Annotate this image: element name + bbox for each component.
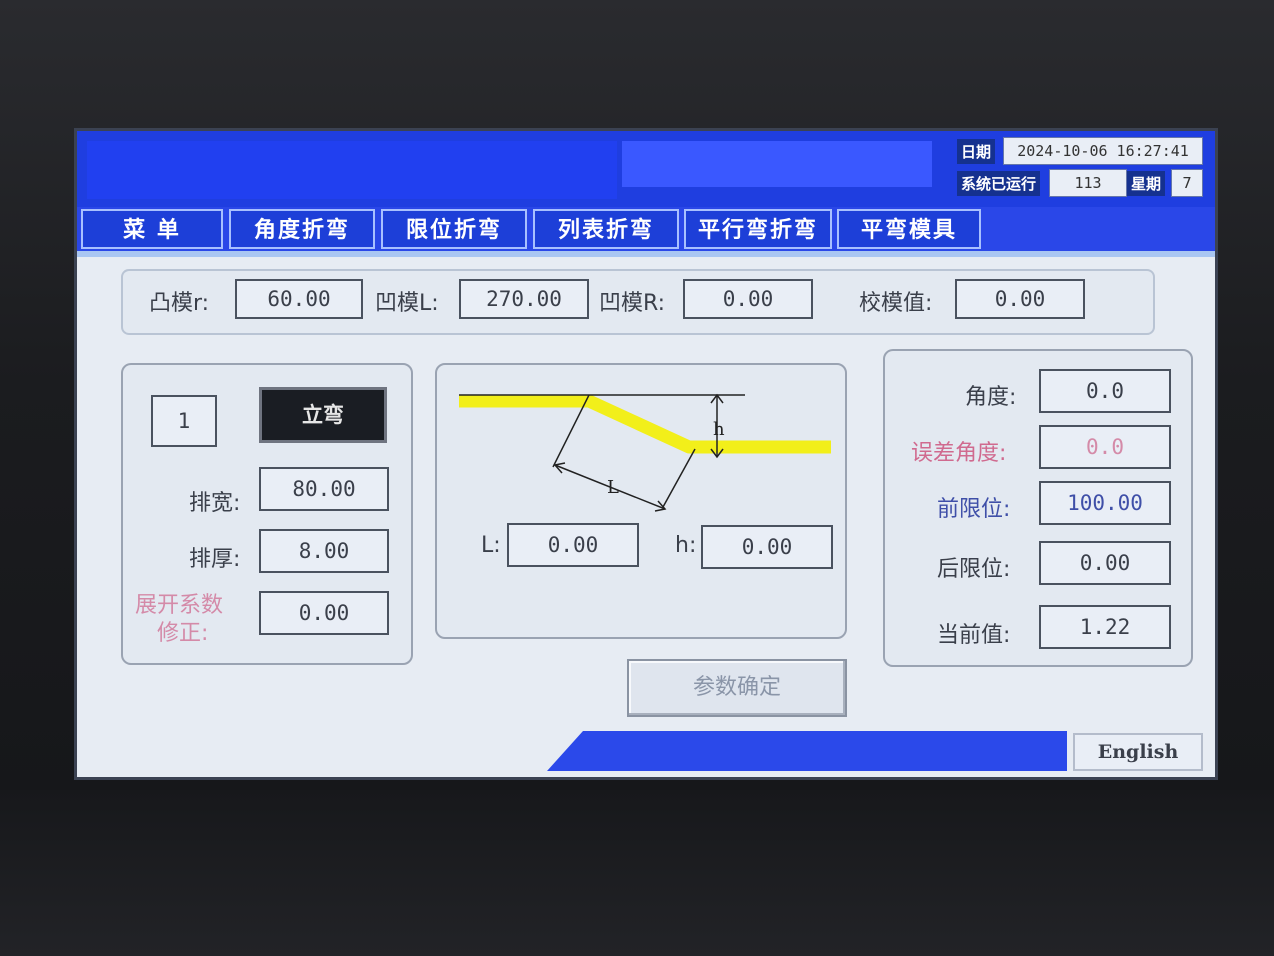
runtime-label: 系统已运行: [957, 171, 1041, 196]
bar-width-field[interactable]: 80.00: [259, 467, 389, 511]
weekday-value: 7: [1171, 169, 1203, 197]
die-r-label: 凹模R:: [599, 291, 666, 316]
h-value-field[interactable]: 0.00: [701, 525, 833, 569]
bar-parameters-panel: 1 立弯 排宽: 80.00 排厚: 8.00 展开系数 修正: 0.00: [121, 363, 413, 665]
footer: English: [77, 731, 1215, 777]
weekday-label: 星期: [1127, 171, 1166, 196]
step-number-field[interactable]: 1: [151, 395, 217, 447]
die-l-label: 凹模L:: [375, 291, 439, 316]
die-parameters-panel: 凸模r: 60.00 凹模L: 270.00 凹模R: 0.00 校模值: 0.…: [121, 269, 1155, 335]
punch-r-label: 凸模r:: [149, 291, 210, 316]
current-value-field: 1.22: [1039, 605, 1171, 649]
title-banner: [87, 141, 617, 199]
front-limit-label: 前限位:: [937, 497, 1011, 522]
current-value-label: 当前值:: [937, 623, 1011, 648]
front-limit-field[interactable]: 100.00: [1039, 481, 1171, 525]
bar-thickness-label: 排厚:: [189, 547, 241, 572]
unfold-correction-field[interactable]: 0.00: [259, 591, 389, 635]
angle-label: 角度:: [965, 385, 1017, 410]
calibration-label: 校模值:: [859, 291, 933, 316]
bend-diagram-svg: h L: [459, 393, 831, 512]
confirm-parameters-button[interactable]: 参数确定: [627, 659, 847, 717]
rear-limit-field[interactable]: 0.00: [1039, 541, 1171, 585]
l-value-field[interactable]: 0.00: [507, 523, 639, 567]
punch-r-field[interactable]: 60.00: [235, 279, 363, 319]
error-angle-field[interactable]: 0.0: [1039, 425, 1171, 469]
tab-menu[interactable]: 菜 单: [81, 209, 223, 249]
l-mark: L: [607, 477, 619, 498]
tab-underline: [77, 251, 1215, 257]
die-l-field[interactable]: 270.00: [459, 279, 589, 319]
device-bezel-bottom: [0, 790, 1274, 956]
tab-parallel-bending[interactable]: 平行弯折弯: [684, 209, 832, 249]
tab-bar: 菜 单 角度折弯 限位折弯 列表折弯 平行弯折弯 平弯模具: [77, 207, 1215, 251]
bar-thickness-field[interactable]: 8.00: [259, 529, 389, 573]
bend-diagram-panel: h L L: 0.00 h: 0.00: [435, 363, 847, 639]
die-r-field[interactable]: 0.00: [683, 279, 813, 319]
l-extension-right: [662, 448, 696, 508]
date-label: 日期: [957, 139, 996, 164]
tab-list-bending[interactable]: 列表折弯: [533, 209, 679, 249]
tab-limit-bending[interactable]: 限位折弯: [381, 209, 527, 249]
hmi-screen: 日期 2024-10-06 16:27:41 系统已运行 113 星期 7 菜 …: [74, 128, 1218, 780]
tab-angle-bending[interactable]: 角度折弯: [229, 209, 375, 249]
busbar-shape: [459, 394, 831, 454]
vertical-bend-mode-button[interactable]: 立弯: [259, 387, 387, 443]
h-mark: h: [713, 419, 725, 440]
tab-flat-bending-die[interactable]: 平弯模具: [837, 209, 981, 249]
error-angle-label: 误差角度:: [911, 441, 1007, 466]
angle-limit-panel: 角度: 0.0 误差角度: 0.0 前限位: 100.00 后限位: 0.00 …: [883, 349, 1193, 667]
runtime-value: 113: [1049, 169, 1127, 197]
bar-width-label: 排宽:: [189, 491, 241, 516]
unfold-correction-label: 修正:: [157, 621, 209, 646]
title-banner-highlight: [622, 141, 932, 187]
calibration-field[interactable]: 0.00: [955, 279, 1085, 319]
date-value: 2024-10-06 16:27:41: [1003, 137, 1203, 165]
l-value-label: L:: [481, 533, 501, 558]
header: 日期 2024-10-06 16:27:41 系统已运行 113 星期 7: [77, 131, 1215, 207]
language-english-button[interactable]: English: [1073, 733, 1203, 771]
rear-limit-label: 后限位:: [937, 557, 1011, 582]
angle-field[interactable]: 0.0: [1039, 369, 1171, 413]
h-value-label: h:: [675, 533, 697, 558]
footer-banner: [547, 731, 1067, 771]
